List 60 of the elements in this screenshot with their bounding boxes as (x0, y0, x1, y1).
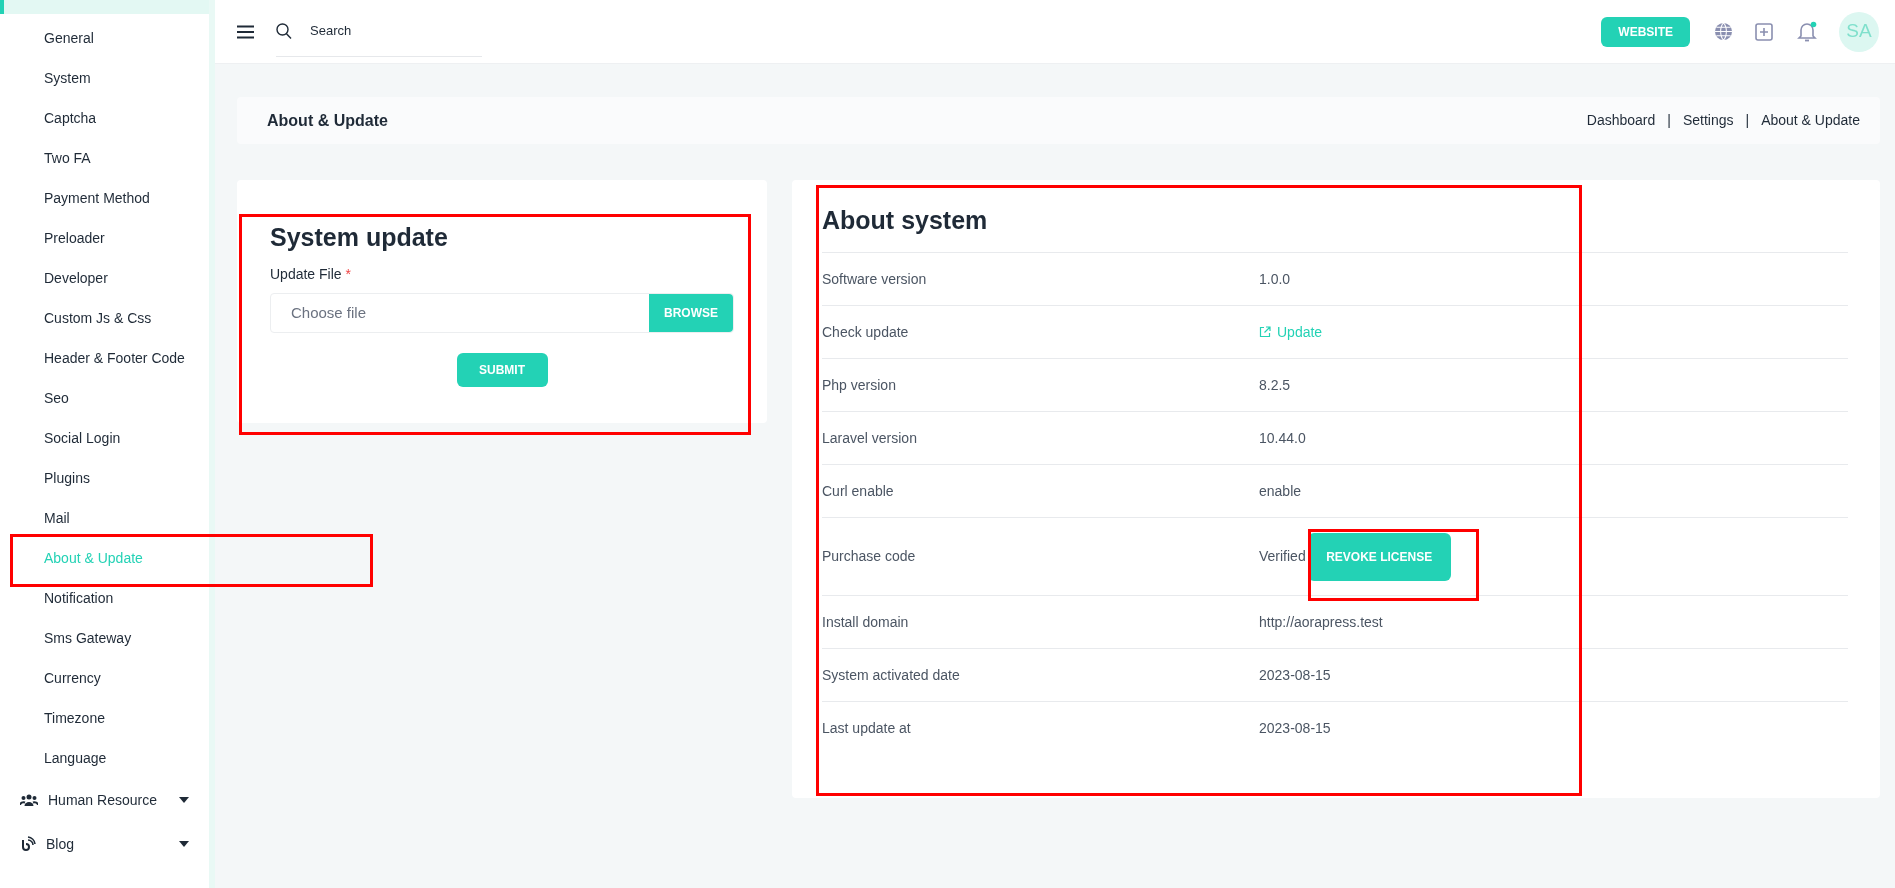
row-label: Purchase code (822, 547, 917, 566)
sidebar-item[interactable]: Payment Method (0, 178, 209, 218)
people-icon (20, 793, 38, 807)
sidebar-item[interactable]: Preloader (0, 218, 209, 258)
row-value: 10.44.0 (1259, 428, 1306, 448)
feed-icon (20, 836, 36, 852)
sidebar-item[interactable]: General (0, 18, 209, 58)
sidebar-item[interactable]: Notification (0, 578, 209, 618)
page-title: About & Update (267, 110, 388, 131)
field-label: Update File * (270, 265, 352, 284)
row-value: 2023-08-15 (1259, 718, 1331, 738)
sidebar-item[interactable]: Captcha (0, 98, 209, 138)
search-bar[interactable]: Search (276, 6, 482, 57)
sidebar-item[interactable]: Language (0, 738, 209, 778)
required-asterisk: * (345, 266, 351, 282)
row-value: 8.2.5 (1259, 375, 1291, 395)
row-label: Last update at (822, 718, 912, 738)
sidebar-group[interactable]: Human Resource (0, 778, 209, 822)
sidebar-item[interactable]: Header & Footer Code (0, 338, 209, 378)
sidebar-item[interactable]: Two FA (0, 138, 209, 178)
row-label: Check update (822, 322, 910, 342)
sidebar-item[interactable]: System (0, 58, 209, 98)
sidebar-item[interactable]: Seo (0, 378, 209, 418)
row-label: Install domain (822, 612, 910, 632)
card-title: About system (822, 205, 989, 235)
breadcrumb-separator: | (1745, 111, 1750, 130)
add-square-icon[interactable] (1755, 22, 1773, 41)
row-value: 2023-08-15 (1259, 665, 1331, 685)
sidebar-item[interactable]: Custom Js & Css (0, 298, 209, 338)
card-title: System update (270, 222, 449, 252)
row-label: Software version (822, 269, 928, 289)
sidebar-item[interactable]: Mail (0, 498, 209, 538)
row-label: Curl enable (822, 481, 895, 501)
breadcrumb-item[interactable]: Dashboard (1586, 110, 1656, 131)
row-label: Laravel version (822, 428, 918, 448)
sidebar-item[interactable]: Sms Gateway (0, 618, 209, 658)
sidebar-group[interactable]: Blog (0, 822, 209, 866)
search-icon (276, 22, 292, 40)
globe-icon[interactable] (1714, 22, 1733, 41)
sidebar-group-label: Human Resource (48, 790, 157, 810)
row-value: http://aorapress.test (1259, 612, 1383, 632)
breadcrumb-item[interactable]: Settings (1682, 110, 1734, 131)
sidebar-item[interactable]: Plugins (0, 458, 209, 498)
sidebar-group-label: Blog (46, 834, 75, 854)
search-field[interactable]: Search (308, 20, 458, 42)
sidebar-item[interactable]: Social Login (0, 418, 209, 458)
row-label: System activated date (822, 665, 961, 685)
external-link-icon (1259, 326, 1271, 338)
sidebar-item[interactable]: Timezone (0, 698, 209, 738)
row-value: enable (1259, 481, 1302, 501)
breadcrumb-separator: | (1667, 111, 1671, 130)
menu-icon[interactable] (237, 24, 254, 39)
file-name-input[interactable]: Choose file (271, 294, 649, 332)
breadcrumb-item: About & Update (1761, 111, 1860, 130)
row-value: 1.0.0 (1259, 269, 1291, 289)
bell-icon[interactable] (1797, 20, 1817, 43)
row-label: Php version (822, 375, 897, 395)
row-value: Verified (1259, 547, 1306, 566)
sidebar-item[interactable]: Currency (0, 658, 209, 698)
sidebar-item[interactable]: Developer (0, 258, 209, 298)
